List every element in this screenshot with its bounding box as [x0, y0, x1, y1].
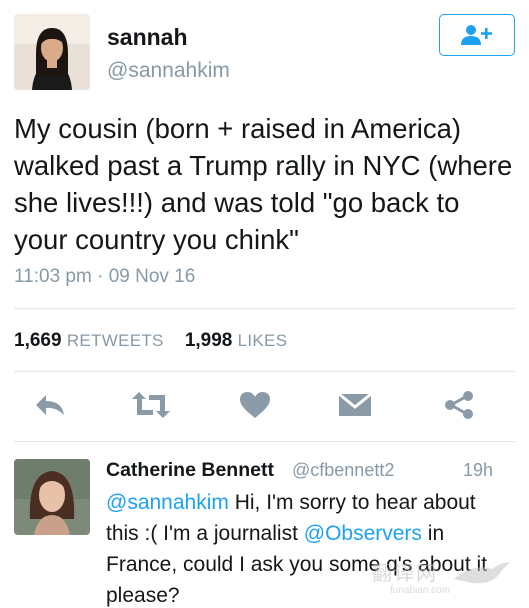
reply-time[interactable]: 19h	[463, 460, 493, 481]
reply-button[interactable]	[30, 385, 70, 425]
author-display-name[interactable]: sannah	[107, 24, 188, 51]
avatar-photo	[14, 14, 90, 90]
tweet-header: sannah @sannahkim	[14, 14, 515, 90]
tweet-actions	[14, 385, 515, 425]
reply-avatar[interactable]	[14, 459, 90, 535]
bird-logo-icon	[454, 562, 510, 584]
divider	[14, 441, 515, 442]
reply-avatar-photo	[14, 459, 90, 535]
envelope-icon	[338, 393, 372, 416]
mention-link[interactable]: @sannahkim	[106, 491, 229, 514]
share-icon	[445, 391, 473, 419]
retweets-label[interactable]: RETWEETS	[67, 331, 164, 350]
like-button[interactable]	[235, 385, 275, 425]
share-button[interactable]	[439, 385, 479, 425]
tweet-timestamp[interactable]: 11:03 pm · 09 Nov 16	[14, 266, 195, 288]
watermark-url: funabian.com	[390, 585, 451, 596]
tweet-text: My cousin (born + raised in America) wal…	[14, 113, 513, 255]
divider	[14, 371, 515, 372]
retweets-count[interactable]: 1,669	[14, 330, 62, 351]
watermark: 翻译网 funabian.com	[372, 553, 512, 603]
divider	[14, 308, 515, 309]
follow-button[interactable]	[439, 14, 515, 56]
reply-display-name[interactable]: Catherine Bennett	[106, 459, 274, 482]
likes-count[interactable]: 1,998	[185, 330, 233, 351]
message-button[interactable]	[335, 385, 375, 425]
mention-link[interactable]: @Observers	[304, 522, 422, 545]
retweet-icon	[132, 392, 170, 418]
reply-handle[interactable]: @cfbennett2	[292, 460, 394, 481]
follow-user-icon	[461, 25, 492, 45]
reply-icon	[36, 395, 64, 415]
tweet-stats: 1,669 RETWEETS 1,998 LIKES	[14, 330, 287, 352]
author-handle[interactable]: @sannahkim	[107, 59, 230, 83]
likes-label[interactable]: LIKES	[238, 331, 288, 350]
retweet-button[interactable]	[131, 385, 171, 425]
heart-icon	[240, 392, 270, 418]
watermark-text: 翻译网	[372, 561, 438, 585]
avatar[interactable]	[14, 14, 90, 90]
